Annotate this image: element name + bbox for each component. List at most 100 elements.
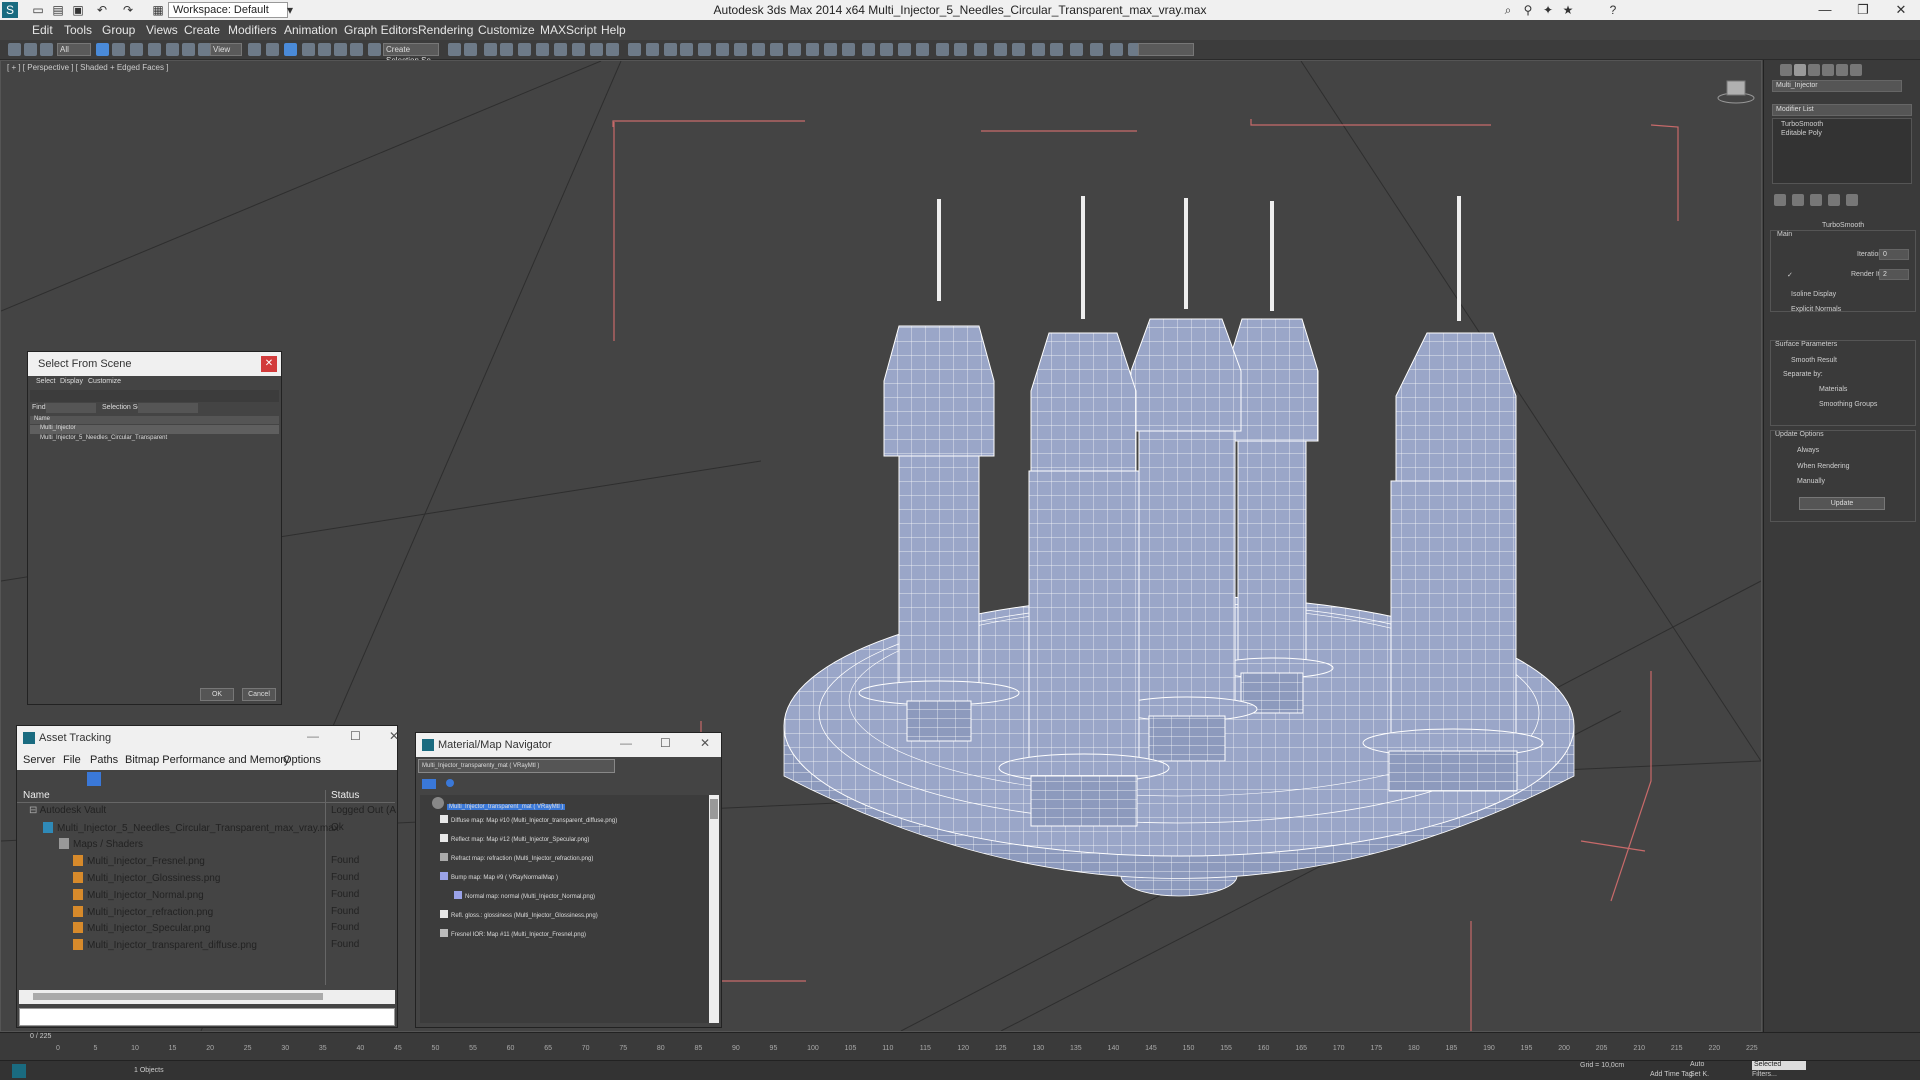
sfs-column-name[interactable]: Name [30,416,279,424]
named-selection-dropdown[interactable]: Create Selection Se [383,43,439,65]
display-tab-icon[interactable] [1836,64,1848,76]
remove-modifier-icon[interactable] [1828,194,1840,206]
vray-camera-icon[interactable] [862,43,875,56]
vray-sun-icon[interactable] [752,43,765,56]
sfs-menu-display[interactable]: Display [60,378,83,385]
key-filter-dropdown[interactable]: Selected [1752,1061,1806,1070]
ok-button[interactable]: OK [200,688,234,701]
unlink-icon[interactable] [24,43,37,56]
table-view-icon[interactable] [87,772,101,786]
modify-tab-icon[interactable] [1794,64,1806,76]
timeline[interactable]: 0 / 225 0 5 10 15 20 25 30 35 40 45 50 55 60 65 70 75 80… [0,1032,1920,1060]
vray-region-icon[interactable] [1110,43,1123,56]
configure-sets-icon[interactable] [1846,194,1858,206]
table-row[interactable]: Multi_Injector_Normal.png [73,889,204,901]
search-icon[interactable]: ⌕ [1500,2,1516,18]
vray-plane-icon[interactable] [734,43,747,56]
time-slider-frame[interactable]: 0 / 225 [30,1033,51,1040]
render-iters-checkbox[interactable]: ✓ [1787,271,1793,279]
layer-manager-icon[interactable] [484,43,497,56]
region-select-icon[interactable] [130,43,143,56]
material-editor-icon[interactable] [554,43,567,56]
table-row[interactable]: Multi_Injector_Fresnel.png [73,855,205,867]
vray-displace-icon[interactable] [842,43,855,56]
select-object-icon[interactable] [96,43,109,56]
align-icon[interactable] [464,43,477,56]
material-name-field[interactable]: Multi_Injector_transparenty_mat ( VRayMt… [418,759,615,773]
horizontal-scrollbar[interactable] [19,990,395,1004]
maximize-icon[interactable]: ☐ [350,729,361,743]
vray-fur-icon[interactable] [824,43,837,56]
vray-toon-icon[interactable] [898,43,911,56]
vray-sphere-icon[interactable] [716,43,729,56]
table-row[interactable]: Multi_Injector_Glossiness.png [73,872,220,884]
when-rendering-radio[interactable]: When Rendering [1797,463,1850,470]
link-icon[interactable] [8,43,21,56]
reference-coordinate-dropdown[interactable]: View [210,43,242,56]
sfs-item-multi-injector-5[interactable]: Multi_Injector_5_Needles_Circular_Transp… [30,435,279,444]
curve-editor-icon[interactable] [518,43,531,56]
timeline-ruler[interactable]: 0 5 10 15 20 25 30 35 40 45 50 55 60 65 70 75 80 85 90 95 10… [56,1043,1758,1055]
help-icon[interactable]: ? [1605,2,1621,18]
vray-toolbar-icon[interactable] [628,43,641,56]
map-item[interactable]: Diffuse map: Map #10 (Multi_Injector_tra… [440,815,617,824]
material-root[interactable]: Multi_Injector_transparent_mat ( VRayMtl… [432,797,566,810]
at-menu-paths[interactable]: Paths [90,754,118,766]
keyboard-shortcut-icon[interactable] [284,43,297,56]
isoline-display-checkbox[interactable]: Isoline Display [1791,291,1836,298]
always-radio[interactable]: Always [1797,447,1819,454]
column-status[interactable]: Status [331,790,359,801]
key-filters-button[interactable]: Filters... [1752,1071,1777,1078]
add-time-tag-button[interactable]: Add Time Tag [1650,1071,1693,1078]
vray-light-icon[interactable] [698,43,711,56]
vray-settings-icon[interactable] [994,43,1007,56]
vray-lister-icon[interactable] [936,43,949,56]
vray-dome-icon[interactable] [770,43,783,56]
at-menu-server[interactable]: Server [23,754,55,766]
table-row[interactable]: Multi_Injector_Specular.png [73,922,210,934]
update-button[interactable]: Update [1799,497,1885,510]
vray-track-icon[interactable] [1090,43,1103,56]
vray-ies-icon[interactable] [788,43,801,56]
vray-clear-icon[interactable] [1070,43,1083,56]
view-mode-icon[interactable] [446,779,454,787]
stack-item-editable-poly[interactable]: Editable Poly [1781,130,1822,137]
vray-env-fog-icon[interactable] [880,43,893,56]
menu-graph-editors[interactable]: Graph Editors [344,23,418,37]
path-input[interactable] [19,1008,395,1026]
map-item[interactable]: Normal map: normal (Multi_Injector_Norma… [454,891,595,900]
auto-key-button[interactable]: Auto [1690,1061,1704,1068]
menu-maxscript[interactable]: MAXScript [540,23,597,37]
utilities-tab-icon[interactable] [1850,64,1862,76]
render-iters-spinner[interactable]: 2 [1879,269,1909,280]
cancel-button[interactable]: Cancel [242,688,276,701]
menu-rendering[interactable]: Rendering [418,23,473,37]
rendered-frame-window-icon[interactable] [590,43,603,56]
materials-checkbox[interactable]: Materials [1819,386,1847,393]
map-item[interactable]: Refl. gloss.: glossiness (Multi_Injector… [440,910,598,919]
explicit-normals-checkbox[interactable]: Explicit Normals [1791,306,1841,313]
map-item[interactable]: Reflect map: Map #12 (Multi_Injector_Spe… [440,834,589,843]
at-menu-file[interactable]: File [63,754,81,766]
render-setup-icon[interactable] [572,43,585,56]
sfs-item-multi-injector[interactable]: Multi_Injector [30,425,279,434]
ribbon-icon[interactable] [500,43,513,56]
modifier-list-dropdown[interactable]: Modifier List [1772,104,1912,116]
list-view-icon[interactable] [422,779,436,789]
vray-rt-icon[interactable] [954,43,967,56]
hierarchy-tab-icon[interactable] [1808,64,1820,76]
smooth-result-checkbox[interactable]: Smooth Result [1791,357,1837,364]
sfs-find-input[interactable] [46,403,96,413]
smoothing-groups-checkbox[interactable]: Smoothing Groups [1819,401,1877,408]
menu-animation[interactable]: Animation [284,23,337,37]
vray-ipr-icon[interactable] [1032,43,1045,56]
object-name-field[interactable]: Multi_Injector [1772,80,1902,92]
menu-modifiers[interactable]: Modifiers [228,23,277,37]
show-end-result-icon[interactable] [1792,194,1804,206]
move-icon[interactable] [166,43,179,56]
table-row[interactable]: Multi_Injector_transparent_diffuse.png [73,939,257,951]
pin-stack-icon[interactable] [1774,194,1786,206]
sfs-menu-customize[interactable]: Customize [88,378,121,385]
vray-mesh-export-icon[interactable] [664,43,677,56]
sfs-menu-select[interactable]: Select [36,378,55,385]
